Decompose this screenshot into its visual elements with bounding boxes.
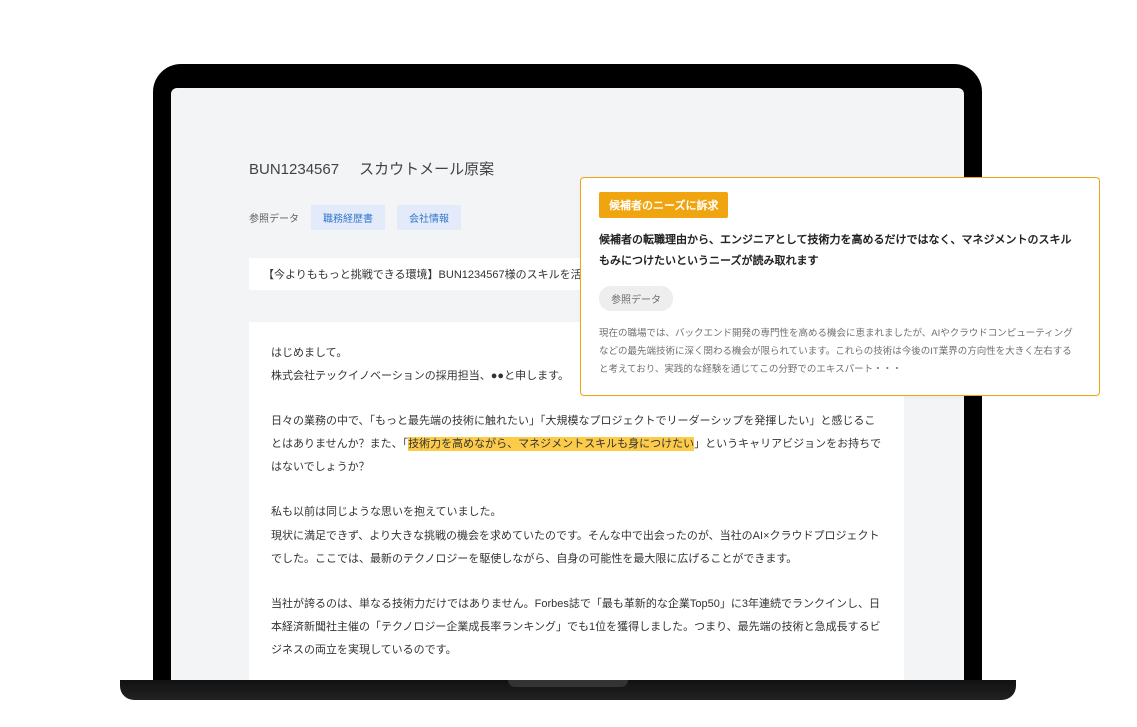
reference-label: 参照データ	[249, 210, 299, 225]
email-p2: 日々の業務の中で、「もっと最先端の技術に触れたい」「大規模なプロジェクトでリーダ…	[271, 410, 882, 479]
email-subject-text: 【今よりももっと挑戦できる環境】BUN1234567様のスキルを活かせ	[263, 269, 604, 281]
tag-company-info[interactable]: 会社情報	[397, 205, 461, 230]
highlight-text: 技術力を高めながら、マネジメントスキルも身につけたい	[408, 437, 694, 451]
doc-title-row: BUN1234567 スカウトメール原案	[249, 158, 904, 179]
greeting-line-2: 株式会社テックイノベーションの採用担当、●●と申します。	[271, 370, 569, 382]
suggestion-popup: 候補者のニーズに訴求 候補者の転職理由から、エンジニアとして技術力を高めるだけで…	[580, 177, 1100, 396]
popup-reference-pill[interactable]: 参照データ	[599, 286, 673, 311]
popup-body: 現在の職場では、バックエンド開発の専門性を高める機会に恵まれましたが、AIやクラ…	[599, 325, 1081, 379]
p3-line-1: 私も以前は同じような思いを抱えていました。	[271, 506, 501, 518]
tag-resume[interactable]: 職務経歴書	[311, 205, 385, 230]
doc-id: BUN1234567	[249, 161, 339, 178]
doc-title: スカウトメール原案	[359, 158, 494, 179]
popup-heading: 候補者の転職理由から、エンジニアとして技術力を高めるだけではなく、マネジメントの…	[599, 230, 1081, 272]
email-p3: 私も以前は同じような思いを抱えていました。 現状に満足できず、より大きな挑戦の機…	[271, 501, 882, 570]
greeting-line-1: はじめまして。	[271, 347, 347, 359]
laptop-base	[120, 680, 1016, 700]
p3-line-2: 現状に満足できず、より大きな挑戦の機会を求めていたのです。そんな中で出会ったのが…	[271, 530, 880, 565]
popup-badge: 候補者のニーズに訴求	[599, 192, 728, 218]
email-p4: 当社が誇るのは、単なる技術力だけではありません。Forbes誌で「最も革新的な企…	[271, 593, 882, 662]
